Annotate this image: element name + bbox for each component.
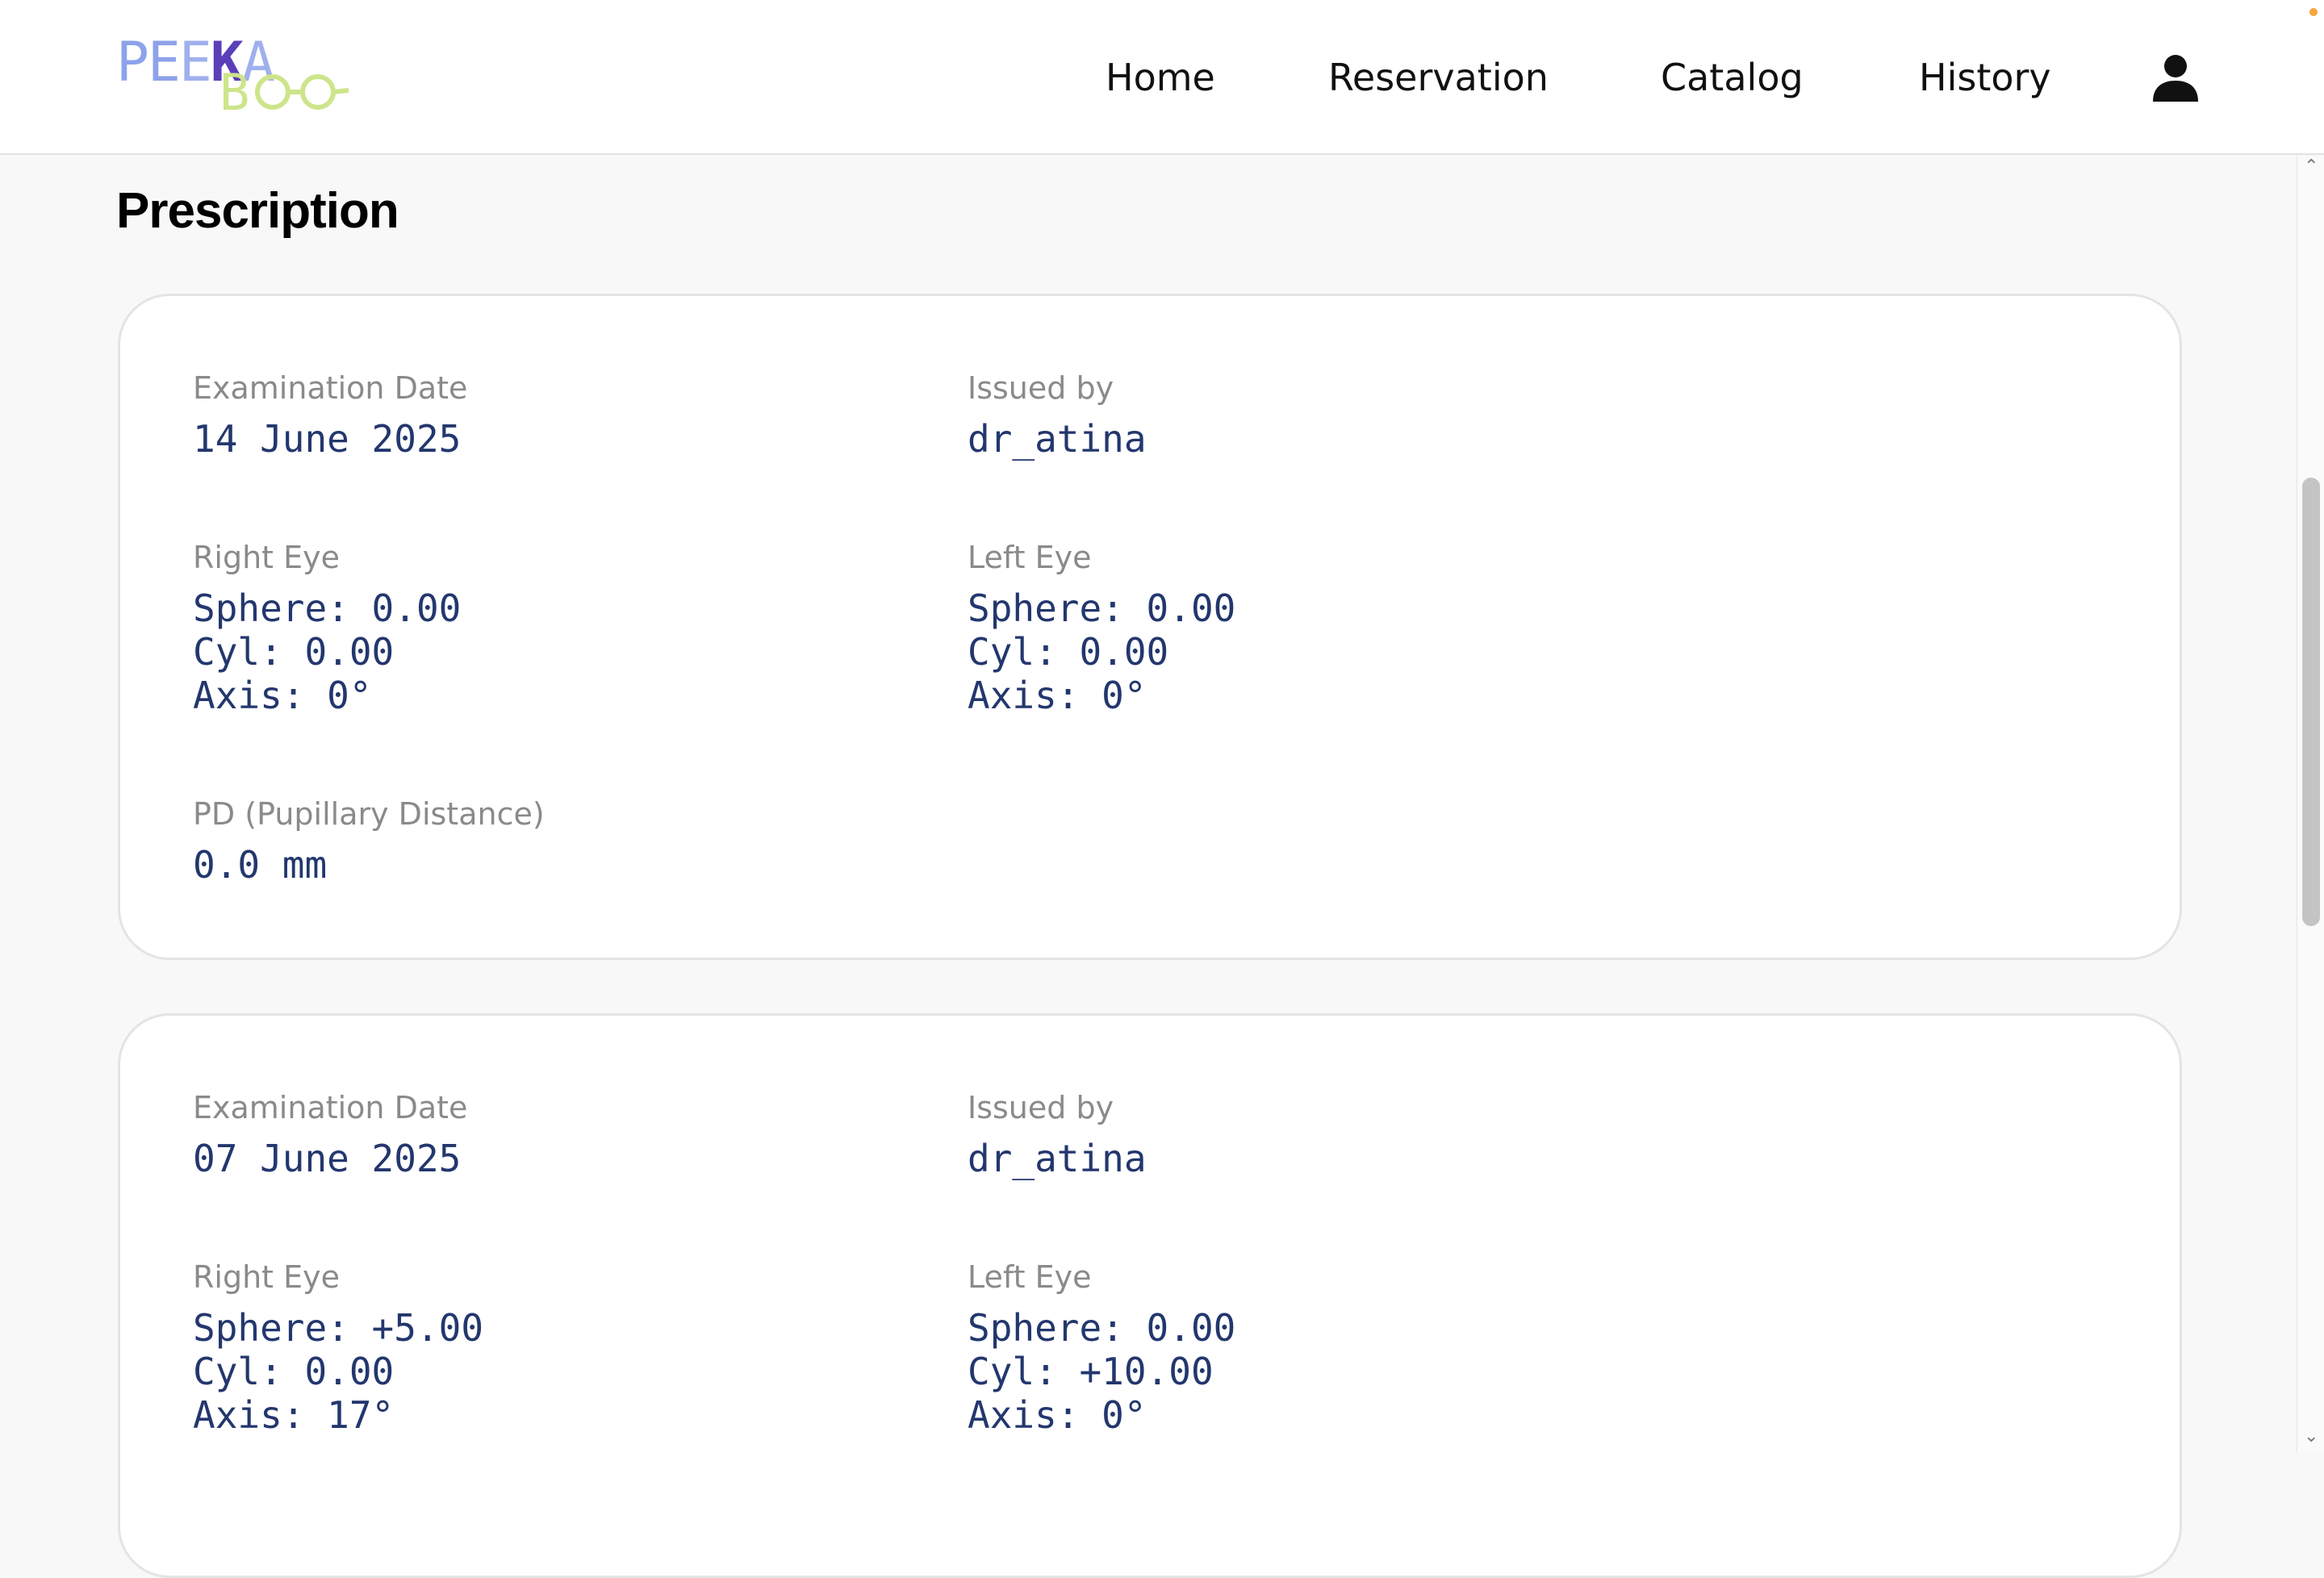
left-eye-cyl: Cyl: 0.00 [968, 630, 1169, 674]
exam-date-value: 14 June 2025 [193, 417, 462, 461]
exam-date-value: 07 June 2025 [193, 1137, 462, 1180]
left-eye-cyl: Cyl: +10.00 [968, 1350, 1214, 1393]
right-eye-cyl: Cyl: 0.00 [193, 1350, 395, 1393]
right-eye-sphere: Sphere: 0.00 [193, 587, 462, 630]
scrollbar-thumb[interactable] [2302, 478, 2320, 926]
nav-home-link[interactable]: Home [1106, 52, 1215, 103]
right-eye-axis: Axis: 17° [193, 1393, 395, 1437]
issued-by-value: dr_atina [968, 1137, 1147, 1180]
user-icon[interactable] [2150, 52, 2201, 103]
nav-reservation-link[interactable]: Reservation [1328, 52, 1549, 103]
notification-dot [2309, 8, 2318, 16]
page-title: Prescription [116, 183, 399, 239]
right-eye-sphere: Sphere: +5.00 [193, 1306, 484, 1350]
nav-history-link[interactable]: History [1919, 52, 2051, 103]
exam-date-label: Examination Date [193, 370, 468, 406]
nav-links: Home Reservation Catalog History [0, 0, 2324, 155]
nav-catalog-link[interactable]: Catalog [1661, 52, 1804, 103]
left-eye-label: Left Eye [968, 540, 1092, 575]
prescription-card: Examination Date 14 June 2025 Issued by … [118, 294, 2182, 960]
prescription-card: Examination Date 07 June 2025 Issued by … [118, 1013, 2182, 1578]
right-eye-label: Right Eye [193, 1259, 341, 1295]
right-eye-label: Right Eye [193, 540, 341, 575]
left-eye-axis: Axis: 0° [968, 1393, 1147, 1437]
left-eye-label: Left Eye [968, 1259, 1092, 1295]
pd-label: PD (Pupillary Distance) [193, 796, 545, 832]
scroll-down-arrow-icon[interactable]: ⌄ [2304, 1428, 2318, 1446]
left-eye-axis: Axis: 0° [968, 674, 1147, 717]
page-scrollbar[interactable]: ⌃ ⌄ [2297, 157, 2324, 1452]
issued-by-label: Issued by [968, 1090, 1114, 1125]
scroll-up-arrow-icon[interactable]: ⌃ [2304, 158, 2318, 176]
pd-value: 0.0 mm [193, 843, 328, 887]
top-navbar: PEEKA B Home Reservation Catalog History [0, 0, 2324, 155]
left-eye-sphere: Sphere: 0.00 [968, 587, 1236, 630]
exam-date-label: Examination Date [193, 1090, 468, 1125]
left-eye-sphere: Sphere: 0.00 [968, 1306, 1236, 1350]
right-eye-axis: Axis: 0° [193, 674, 372, 717]
issued-by-label: Issued by [968, 370, 1114, 406]
issued-by-value: dr_atina [968, 417, 1147, 461]
right-eye-cyl: Cyl: 0.00 [193, 630, 395, 674]
